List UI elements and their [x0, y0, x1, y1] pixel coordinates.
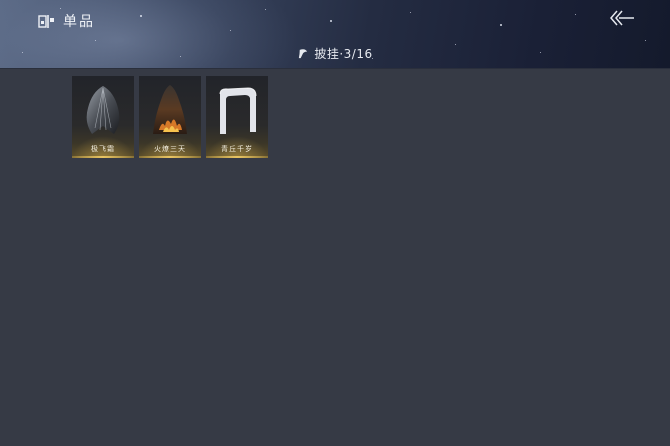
item-grid: 极飞霜 火燎三天 青丘千岁 — [72, 76, 268, 158]
star — [265, 9, 266, 10]
star — [410, 12, 411, 13]
flame-cape-image — [153, 85, 187, 134]
star — [500, 24, 502, 26]
star — [645, 40, 646, 41]
category-label: 披挂·3/16 — [314, 46, 373, 61]
card-underline — [139, 156, 201, 158]
back-button[interactable] — [608, 8, 636, 28]
item-name: 青丘千岁 — [221, 145, 253, 153]
star — [230, 30, 231, 31]
item-card-huo-liao-san-tian[interactable]: 火燎三天 — [139, 76, 201, 158]
star — [575, 14, 576, 15]
item-name: 火燎三天 — [154, 145, 186, 153]
item-card-ji-fei-shuang[interactable]: 极飞霜 — [72, 76, 134, 158]
wardrobe-icon — [38, 15, 54, 28]
item-name: 极飞霜 — [91, 145, 115, 153]
dark-feather-cape-image — [86, 86, 120, 134]
star — [140, 15, 142, 17]
star — [330, 20, 332, 22]
star — [60, 8, 61, 9]
back-arrow-icon — [610, 10, 634, 26]
white-scarf-image — [219, 87, 257, 134]
page-title: 单品 — [63, 14, 95, 30]
star — [95, 40, 96, 41]
cape-icon — [299, 48, 308, 58]
category-header: 披挂·3/16 — [0, 43, 670, 63]
card-underline — [206, 156, 268, 158]
item-card-qing-qiu-qian-sui[interactable]: 青丘千岁 — [206, 76, 268, 158]
card-underline — [72, 156, 134, 158]
top-bar: 单品 披挂·3/16 — [0, 0, 670, 69]
page-title-group: 单品 — [38, 11, 95, 31]
